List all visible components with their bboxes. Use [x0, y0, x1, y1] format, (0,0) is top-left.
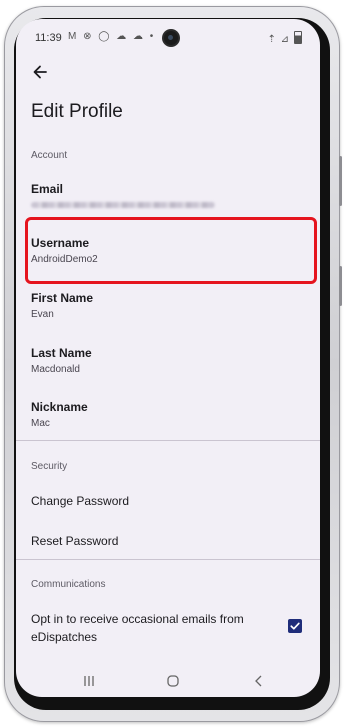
first-name-value: Evan: [31, 309, 54, 320]
divider: [16, 440, 320, 441]
section-header-communications: Communications: [31, 579, 106, 590]
volume-button: [339, 156, 342, 206]
checkmark-icon: [290, 622, 300, 630]
change-password-button[interactable]: Change Password: [31, 494, 129, 508]
power-button: [339, 266, 342, 306]
home-icon[interactable]: [163, 673, 183, 689]
page-title: Edit Profile: [31, 101, 123, 122]
first-name-label: First Name: [31, 291, 94, 305]
last-name-item[interactable]: Last Name Macdonald: [16, 346, 320, 392]
nickname-value: Mac: [31, 418, 50, 429]
status-time: 11:39: [35, 32, 62, 44]
email-label: Email: [31, 182, 64, 196]
section-header-security: Security: [31, 461, 68, 472]
battery-icon: [294, 31, 302, 44]
nickname-label: Nickname: [31, 400, 88, 414]
front-camera: [164, 31, 178, 45]
divider: [16, 559, 320, 560]
signal-icon: ⇡ ⊿: [267, 34, 290, 45]
notification-icons: M ⊗ ◯ ☁ ☁ •: [68, 31, 156, 42]
back-nav-icon[interactable]: [249, 673, 269, 689]
optin-checkbox[interactable]: [288, 619, 302, 633]
status-bar: 11:39 M ⊗ ◯ ☁ ☁ • ⇡ ⊿: [16, 19, 320, 55]
optin-label: Opt in to receive occasional emails from…: [31, 612, 244, 644]
arrow-back-icon[interactable]: [29, 61, 51, 83]
first-name-item[interactable]: First Name Evan: [16, 291, 320, 337]
system-status-icons: ⇡ ⊿: [267, 31, 302, 45]
reset-password-button[interactable]: Reset Password: [31, 534, 118, 548]
system-navigation-bar: [16, 667, 320, 697]
recent-apps-icon[interactable]: [79, 673, 99, 689]
section-header-account: Account: [31, 150, 68, 161]
email-value-redacted: [31, 202, 215, 208]
last-name-label: Last Name: [31, 346, 92, 360]
last-name-value: Macdonald: [31, 364, 80, 375]
username-highlight-box: [25, 217, 317, 284]
screen: 11:39 M ⊗ ◯ ☁ ☁ • ⇡ ⊿ Edit Profile Accou…: [16, 19, 320, 697]
